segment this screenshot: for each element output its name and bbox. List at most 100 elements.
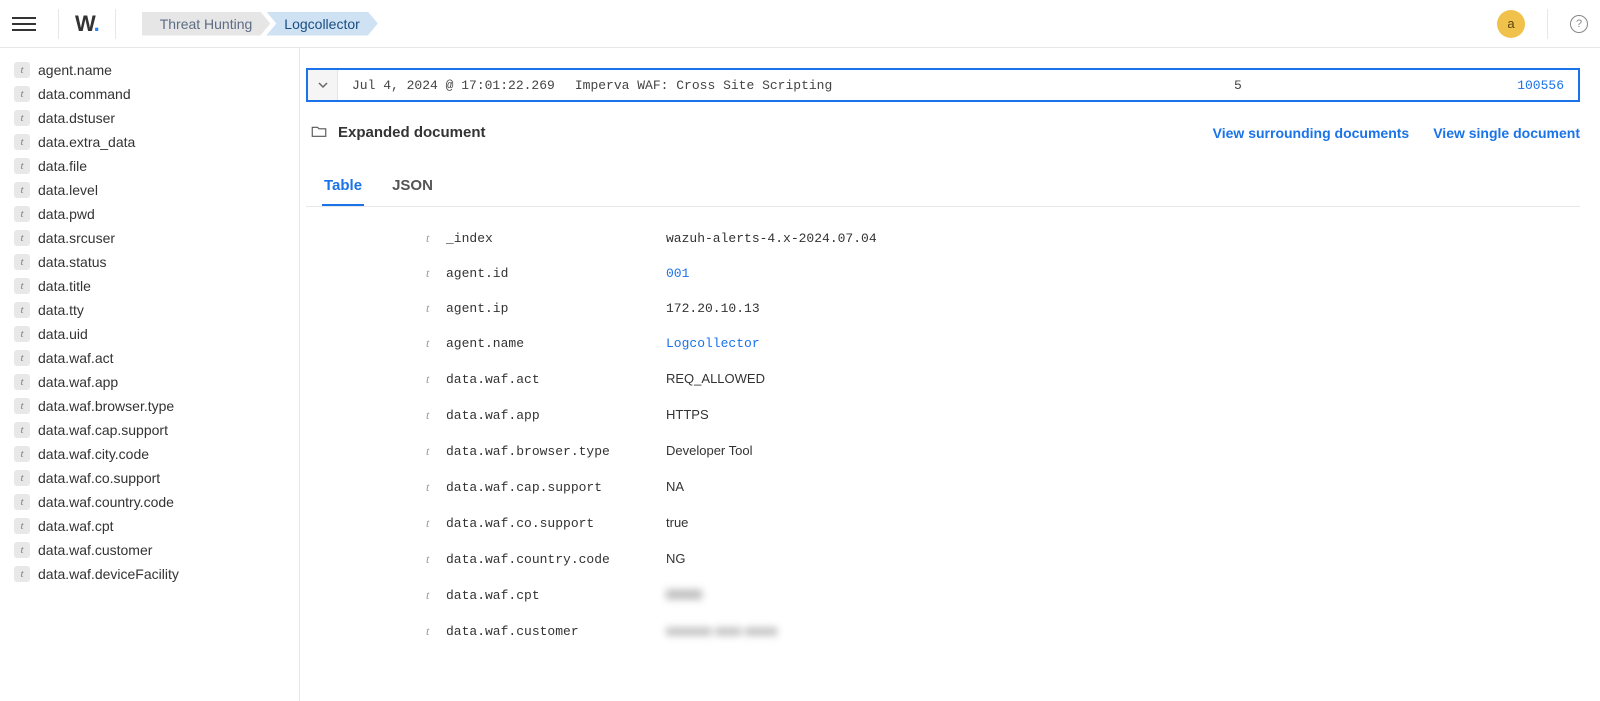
table-row: tdata.waf.country.codeNG [426, 541, 1580, 577]
field-item[interactable]: tdata.waf.co.support [14, 466, 285, 490]
event-rule-id[interactable]: 100556 [1488, 72, 1578, 99]
menu-button[interactable] [12, 12, 36, 36]
type-text-icon: t [426, 444, 446, 459]
type-text-icon: t [14, 206, 30, 222]
field-value: Developer Tool [666, 443, 752, 458]
type-text-icon: t [426, 552, 446, 567]
field-label: data.tty [38, 302, 84, 318]
field-item[interactable]: tdata.srcuser [14, 226, 285, 250]
main-content: Jul 4, 2024 @ 17:01:22.269 Imperva WAF: … [300, 48, 1600, 701]
field-value: NA [666, 479, 684, 494]
field-label: data.file [38, 158, 87, 174]
avatar[interactable]: a [1497, 10, 1525, 38]
field-label: data.waf.cap.support [38, 422, 168, 438]
field-key: agent.name [446, 336, 666, 351]
field-item[interactable]: t data.waf.app [14, 370, 285, 394]
field-key: data.waf.cap.support [446, 480, 666, 495]
divider [58, 9, 59, 39]
field-key: data.waf.act [446, 372, 666, 387]
field-item[interactable]: tdata.waf.cpt [14, 514, 285, 538]
breadcrumb-threat-hunting[interactable]: Threat Hunting [142, 12, 271, 36]
field-label: data.waf.co.support [38, 470, 160, 486]
field-label: data.pwd [38, 206, 95, 222]
field-key: data.waf.browser.type [446, 444, 666, 459]
table-row: tdata.waf.cap.supportNA [426, 469, 1580, 505]
type-text-icon: t [426, 624, 446, 639]
table-row: t_indexwazuh-alerts-4.x-2024.07.04 [426, 221, 1580, 256]
field-item[interactable]: tdata.file [14, 154, 285, 178]
logo[interactable]: W. [75, 11, 99, 37]
field-label: data.waf.customer [38, 542, 152, 558]
table-row: tdata.waf.customerxxxxxxx xxxx xxxxx [426, 613, 1580, 649]
field-key: data.waf.cpt [446, 588, 666, 603]
field-item[interactable]: t data.waf.cap.support [14, 418, 285, 442]
type-text-icon: t [14, 326, 30, 342]
field-label: data.extra_data [38, 134, 135, 150]
field-key: _index [446, 231, 666, 246]
view-single-link[interactable]: View single document [1433, 125, 1580, 141]
type-text-icon: t [14, 62, 30, 78]
table-row: tdata.waf.co.supporttrue [426, 505, 1580, 541]
field-item[interactable]: tdata.tty [14, 298, 285, 322]
collapse-toggle[interactable] [308, 70, 338, 100]
field-item[interactable]: tdata.waf.act [14, 346, 285, 370]
folder-icon [310, 122, 328, 143]
divider [115, 9, 116, 39]
field-item[interactable]: t data.waf.country.code [14, 490, 285, 514]
field-item[interactable]: tdata.level [14, 178, 285, 202]
field-key: data.waf.customer [446, 624, 666, 639]
tab-json[interactable]: JSON [390, 169, 435, 206]
field-item[interactable]: tdata.title [14, 274, 285, 298]
field-label: data.waf.country.code [38, 494, 174, 510]
field-label: data.uid [38, 326, 88, 342]
type-text-icon: t [14, 494, 30, 510]
field-key: data.waf.country.code [446, 552, 666, 567]
field-label: data.title [38, 278, 91, 294]
field-item[interactable]: tdata.status [14, 250, 285, 274]
field-key: agent.ip [446, 301, 666, 316]
field-item[interactable]: tdata.dstuser [14, 106, 285, 130]
field-value: REQ_ALLOWED [666, 371, 765, 386]
type-text-icon: t [14, 446, 30, 462]
field-label: data.waf.cpt [38, 518, 114, 534]
type-text-icon: t [14, 398, 30, 414]
type-text-icon: t [14, 230, 30, 246]
help-icon[interactable]: ? [1570, 15, 1588, 33]
breadcrumb: Threat Hunting Logcollector [142, 12, 378, 36]
field-label: agent.name [38, 62, 112, 78]
breadcrumb-logcollector[interactable]: Logcollector [266, 12, 378, 36]
event-level: 5 [1228, 72, 1488, 99]
table-row: tagent.nameLogcollector [426, 326, 1580, 361]
field-item[interactable]: tdata.command [14, 82, 285, 106]
field-item[interactable]: t data.pwd [14, 202, 285, 226]
type-text-icon: t [14, 422, 30, 438]
field-value: NG [666, 551, 686, 566]
field-item[interactable]: tdata.extra_data [14, 130, 285, 154]
type-text-icon: t [426, 301, 446, 316]
field-item[interactable]: tdata.waf.customer [14, 538, 285, 562]
type-text-icon: t [14, 182, 30, 198]
field-item[interactable]: tdata.waf.browser.type [14, 394, 285, 418]
field-key: data.waf.app [446, 408, 666, 423]
view-surrounding-link[interactable]: View surrounding documents [1213, 125, 1410, 141]
field-label: data.status [38, 254, 107, 270]
type-text-icon: t [426, 231, 446, 246]
event-timestamp: Jul 4, 2024 @ 17:01:22.269 [338, 72, 569, 99]
field-item[interactable]: tdata.waf.deviceFacility [14, 562, 285, 586]
field-item[interactable]: tdata.waf.city.code [14, 442, 285, 466]
field-label: data.waf.app [38, 374, 118, 390]
divider [1547, 9, 1548, 39]
field-item[interactable]: t agent.name [14, 58, 285, 82]
field-item[interactable]: t data.uid [14, 322, 285, 346]
type-text-icon: t [14, 350, 30, 366]
type-text-icon: t [426, 266, 446, 281]
field-value: true [666, 515, 688, 530]
fields-sidebar: tagent.nametdata.commandtdata.dstusertda… [0, 48, 300, 701]
tab-table[interactable]: Table [322, 169, 364, 206]
field-value[interactable]: 001 [666, 266, 689, 281]
table-row: tdata.waf.actREQ_ALLOWED [426, 361, 1580, 397]
type-text-icon: t [426, 588, 446, 603]
table-row: tagent.id001 [426, 256, 1580, 291]
field-value[interactable]: Logcollector [666, 336, 760, 351]
type-text-icon: t [14, 374, 30, 390]
